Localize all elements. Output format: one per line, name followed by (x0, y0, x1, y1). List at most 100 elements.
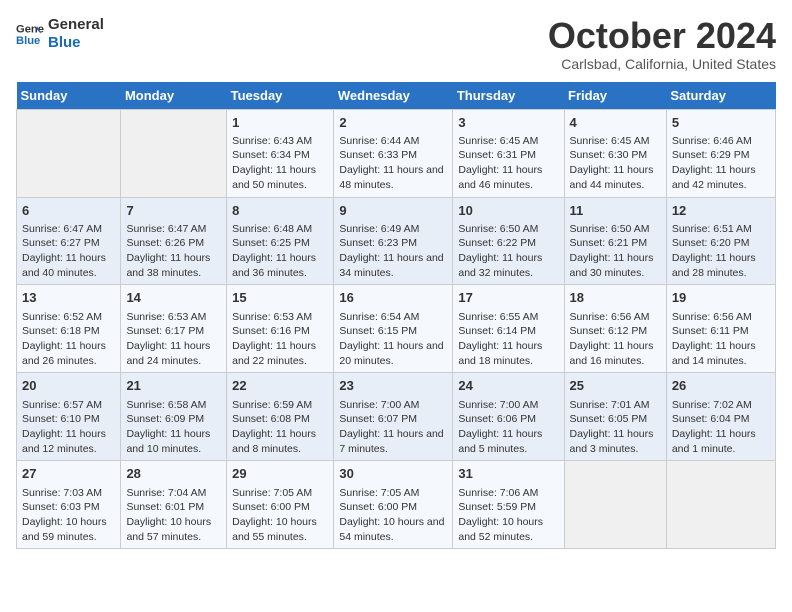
calendar-cell: 31 Sunrise: 7:06 AM Sunset: 5:59 PM Dayli… (453, 461, 564, 549)
cell-content: Sunrise: 6:54 AM Sunset: 6:15 PM Dayligh… (339, 310, 447, 369)
day-number: 11 (570, 202, 661, 220)
day-number: 5 (672, 114, 770, 132)
calendar-cell: 27 Sunrise: 7:03 AM Sunset: 6:03 PM Dayli… (17, 461, 121, 549)
cell-content: Sunrise: 6:45 AM Sunset: 6:30 PM Dayligh… (570, 134, 661, 193)
day-number: 31 (458, 465, 558, 483)
calendar-cell: 19 Sunrise: 6:56 AM Sunset: 6:11 PM Dayli… (666, 285, 775, 373)
title-block: October 2024 Carlsbad, California, Unite… (548, 16, 776, 72)
day-number: 7 (126, 202, 221, 220)
cell-content: Sunrise: 6:56 AM Sunset: 6:11 PM Dayligh… (672, 310, 770, 369)
cell-content: Sunrise: 6:49 AM Sunset: 6:23 PM Dayligh… (339, 222, 447, 281)
day-number: 10 (458, 202, 558, 220)
cell-content: Sunrise: 6:55 AM Sunset: 6:14 PM Dayligh… (458, 310, 558, 369)
calendar-cell: 21Sunrise: 6:58 AM Sunset: 6:09 PM Dayli… (121, 373, 227, 461)
day-number: 8 (232, 202, 328, 220)
day-number: 12 (672, 202, 770, 220)
cell-content: Sunrise: 6:43 AM Sunset: 6:34 PM Dayligh… (232, 134, 328, 193)
day-number: 3 (458, 114, 558, 132)
cell-content: Sunrise: 7:05 AM Sunset: 6:00 PM Dayligh… (232, 486, 328, 545)
cell-content: Sunrise: 6:47 AM Sunset: 6:27 PM Dayligh… (22, 222, 115, 281)
header-friday: Friday (564, 82, 666, 110)
day-number: 23 (339, 377, 447, 395)
header-tuesday: Tuesday (227, 82, 334, 110)
cell-content: Sunrise: 7:06 AM Sunset: 5:59 PM Dayligh… (458, 486, 558, 545)
cell-content: Sunrise: 7:01 AM Sunset: 6:05 PM Dayligh… (570, 398, 661, 457)
cell-content: Sunrise: 6:44 AM Sunset: 6:33 PM Dayligh… (339, 134, 447, 193)
day-number: 2 (339, 114, 447, 132)
cell-content: Sunrise: 7:02 AM Sunset: 6:04 PM Dayligh… (672, 398, 770, 457)
cell-content: Sunrise: 6:58 AM Sunset: 6:09 PM Dayligh… (126, 398, 221, 457)
calendar-cell: 15Sunrise: 6:53 AM Sunset: 6:16 PM Dayli… (227, 285, 334, 373)
day-number: 4 (570, 114, 661, 132)
day-number: 17 (458, 289, 558, 307)
calendar-cell (666, 461, 775, 549)
logo-text-blue: Blue (48, 34, 104, 52)
cell-content: Sunrise: 6:47 AM Sunset: 6:26 PM Dayligh… (126, 222, 221, 281)
cell-content: Sunrise: 6:53 AM Sunset: 6:17 PM Dayligh… (126, 310, 221, 369)
location: Carlsbad, California, United States (548, 56, 776, 72)
day-number: 19 (672, 289, 770, 307)
week-row-2: 6Sunrise: 6:47 AM Sunset: 6:27 PM Daylig… (17, 197, 776, 285)
calendar-cell: 14 Sunrise: 6:53 AM Sunset: 6:17 PM Dayli… (121, 285, 227, 373)
calendar-cell: 20Sunrise: 6:57 AM Sunset: 6:10 PM Dayli… (17, 373, 121, 461)
cell-content: Sunrise: 6:45 AM Sunset: 6:31 PM Dayligh… (458, 134, 558, 193)
calendar-cell: 10 Sunrise: 6:50 AM Sunset: 6:22 PM Dayli… (453, 197, 564, 285)
calendar-cell (17, 109, 121, 197)
day-number: 13 (22, 289, 115, 307)
day-number: 27 (22, 465, 115, 483)
day-number: 18 (570, 289, 661, 307)
calendar-cell: 4 Sunrise: 6:45 AM Sunset: 6:30 PM Daylig… (564, 109, 666, 197)
logo: General Blue General Blue (16, 16, 104, 52)
calendar-cell: 23Sunrise: 7:00 AM Sunset: 6:07 PM Dayli… (334, 373, 453, 461)
day-number: 30 (339, 465, 447, 483)
cell-content: Sunrise: 7:04 AM Sunset: 6:01 PM Dayligh… (126, 486, 221, 545)
cell-content: Sunrise: 6:50 AM Sunset: 6:21 PM Dayligh… (570, 222, 661, 281)
svg-text:General: General (16, 24, 44, 36)
cell-content: Sunrise: 7:00 AM Sunset: 6:06 PM Dayligh… (458, 398, 558, 457)
cell-content: Sunrise: 6:53 AM Sunset: 6:16 PM Dayligh… (232, 310, 328, 369)
logo-text-general: General (48, 16, 104, 34)
cell-content: Sunrise: 6:46 AM Sunset: 6:29 PM Dayligh… (672, 134, 770, 193)
calendar-cell: 24Sunrise: 7:00 AM Sunset: 6:06 PM Dayli… (453, 373, 564, 461)
calendar-cell: 26Sunrise: 7:02 AM Sunset: 6:04 PM Dayli… (666, 373, 775, 461)
header-monday: Monday (121, 82, 227, 110)
calendar-table: SundayMondayTuesdayWednesdayThursdayFrid… (16, 82, 776, 550)
day-number: 22 (232, 377, 328, 395)
day-number: 16 (339, 289, 447, 307)
calendar-cell: 17 Sunrise: 6:55 AM Sunset: 6:14 PM Dayli… (453, 285, 564, 373)
day-number: 9 (339, 202, 447, 220)
cell-content: Sunrise: 6:52 AM Sunset: 6:18 PM Dayligh… (22, 310, 115, 369)
calendar-cell: 29 Sunrise: 7:05 AM Sunset: 6:00 PM Dayli… (227, 461, 334, 549)
calendar-cell: 30 Sunrise: 7:05 AM Sunset: 6:00 PM Dayli… (334, 461, 453, 549)
cell-content: Sunrise: 6:56 AM Sunset: 6:12 PM Dayligh… (570, 310, 661, 369)
week-row-1: 1 Sunrise: 6:43 AM Sunset: 6:34 PM Daylig… (17, 109, 776, 197)
calendar-body: 1 Sunrise: 6:43 AM Sunset: 6:34 PM Daylig… (17, 109, 776, 549)
cell-content: Sunrise: 7:05 AM Sunset: 6:00 PM Dayligh… (339, 486, 447, 545)
week-row-5: 27 Sunrise: 7:03 AM Sunset: 6:03 PM Dayli… (17, 461, 776, 549)
calendar-cell: 7 Sunrise: 6:47 AM Sunset: 6:26 PM Daylig… (121, 197, 227, 285)
calendar-cell: 5 Sunrise: 6:46 AM Sunset: 6:29 PM Daylig… (666, 109, 775, 197)
cell-content: Sunrise: 6:51 AM Sunset: 6:20 PM Dayligh… (672, 222, 770, 281)
cell-content: Sunrise: 6:48 AM Sunset: 6:25 PM Dayligh… (232, 222, 328, 281)
calendar-cell: 9 Sunrise: 6:49 AM Sunset: 6:23 PM Daylig… (334, 197, 453, 285)
cell-content: Sunrise: 6:59 AM Sunset: 6:08 PM Dayligh… (232, 398, 328, 457)
header-wednesday: Wednesday (334, 82, 453, 110)
calendar-header-row: SundayMondayTuesdayWednesdayThursdayFrid… (17, 82, 776, 110)
svg-text:Blue: Blue (16, 35, 40, 47)
cell-content: Sunrise: 7:03 AM Sunset: 6:03 PM Dayligh… (22, 486, 115, 545)
week-row-4: 20Sunrise: 6:57 AM Sunset: 6:10 PM Dayli… (17, 373, 776, 461)
calendar-cell: 3 Sunrise: 6:45 AM Sunset: 6:31 PM Daylig… (453, 109, 564, 197)
calendar-cell: 13 Sunrise: 6:52 AM Sunset: 6:18 PM Dayli… (17, 285, 121, 373)
day-number: 29 (232, 465, 328, 483)
week-row-3: 13 Sunrise: 6:52 AM Sunset: 6:18 PM Dayli… (17, 285, 776, 373)
cell-content: Sunrise: 6:57 AM Sunset: 6:10 PM Dayligh… (22, 398, 115, 457)
logo-icon: General Blue (16, 20, 44, 48)
cell-content: Sunrise: 6:50 AM Sunset: 6:22 PM Dayligh… (458, 222, 558, 281)
calendar-cell (121, 109, 227, 197)
day-number: 14 (126, 289, 221, 307)
day-number: 1 (232, 114, 328, 132)
day-number: 25 (570, 377, 661, 395)
calendar-cell: 18 Sunrise: 6:56 AM Sunset: 6:12 PM Dayli… (564, 285, 666, 373)
calendar-cell: 22 Sunrise: 6:59 AM Sunset: 6:08 PM Dayli… (227, 373, 334, 461)
calendar-cell: 1 Sunrise: 6:43 AM Sunset: 6:34 PM Daylig… (227, 109, 334, 197)
